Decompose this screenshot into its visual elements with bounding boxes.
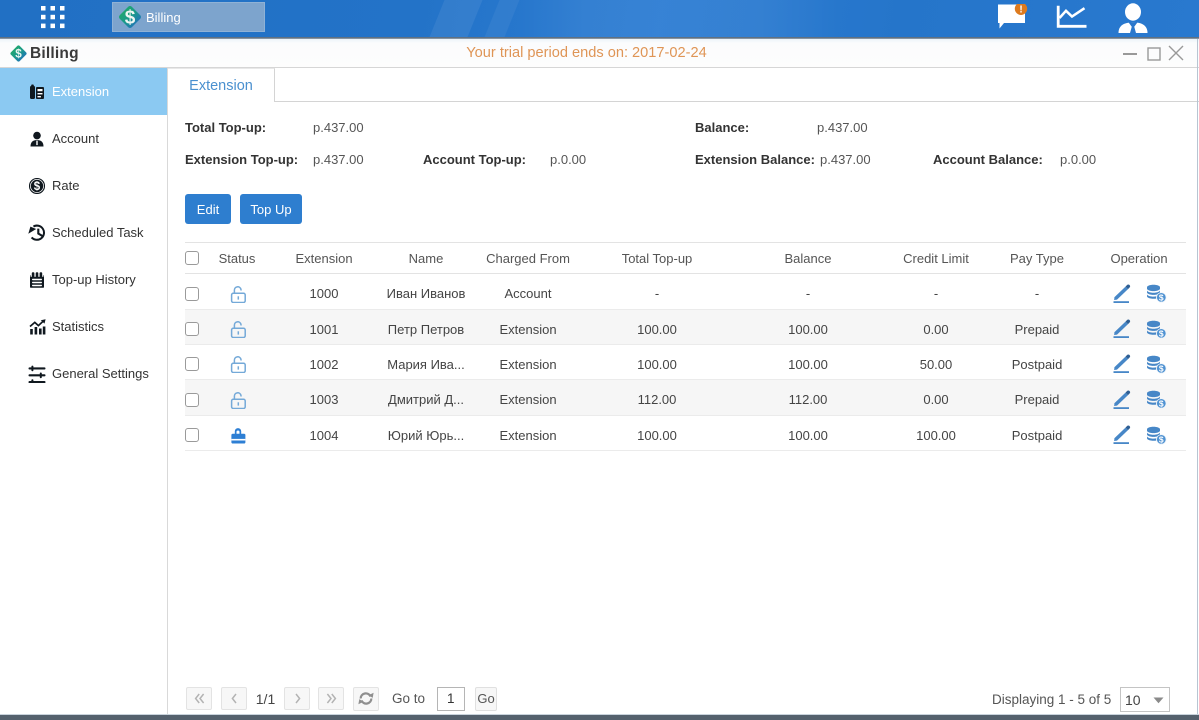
svg-text:$: $ [34, 181, 41, 193]
svg-text:!: ! [1019, 5, 1022, 16]
svg-text:$: $ [125, 8, 136, 29]
